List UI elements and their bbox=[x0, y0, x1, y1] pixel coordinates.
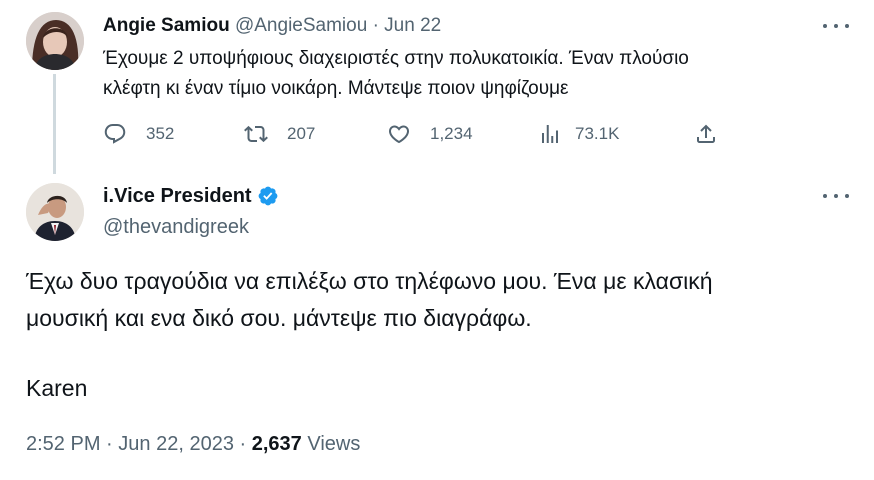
tweet-date[interactable]: Jun 22 bbox=[384, 15, 441, 36]
retweet-button[interactable]: 207 bbox=[244, 119, 315, 149]
more-options-icon[interactable] bbox=[823, 192, 849, 200]
profile-photo-icon bbox=[26, 183, 84, 241]
separator: · bbox=[106, 433, 113, 455]
thread-line bbox=[53, 74, 56, 174]
reply-icon bbox=[104, 124, 126, 144]
reply-to-header: Angie Samiou @AngieSamiou · Jun 22 bbox=[103, 14, 441, 38]
author-handle[interactable]: @AngieSamiou bbox=[235, 15, 367, 36]
separator: · bbox=[372, 15, 379, 36]
more-options-icon[interactable] bbox=[823, 22, 849, 30]
like-count: 1,234 bbox=[430, 124, 473, 143]
share-icon bbox=[697, 124, 715, 143]
views-button[interactable]: 73.1K bbox=[538, 119, 619, 149]
reply-count: 352 bbox=[146, 124, 175, 143]
like-icon bbox=[388, 125, 410, 144]
reply-button[interactable]: 352 bbox=[103, 119, 174, 149]
retweet-count: 207 bbox=[287, 124, 316, 143]
text-line: Έχω δυο τραγούδια να επιλέξω στο τηλέφων… bbox=[26, 268, 713, 294]
text-line: Έχουμε 2 υποψήφιους διαχειριστές στην πο… bbox=[103, 48, 689, 69]
tweet-date[interactable]: Jun 22, 2023 bbox=[118, 433, 234, 455]
like-button[interactable]: 1,234 bbox=[387, 119, 473, 149]
author-name[interactable]: i.Vice President bbox=[103, 183, 252, 209]
tweet-text: Έχω δυο τραγούδια να επιλέξω στο τηλέφων… bbox=[26, 263, 846, 407]
text-line: μουσική και ενα δικό σου. μάντεψε πιο δι… bbox=[26, 305, 532, 331]
avatar[interactable] bbox=[26, 12, 84, 70]
retweet-icon bbox=[244, 125, 268, 143]
avatar[interactable] bbox=[26, 183, 84, 241]
verified-badge-icon[interactable] bbox=[257, 185, 279, 207]
views-count: 2,637 bbox=[251, 433, 302, 455]
author-handle[interactable]: @thevandigreek bbox=[103, 214, 249, 240]
reply-to-text: Έχουμε 2 υποψήφιους διαχειριστές στην πο… bbox=[103, 44, 803, 104]
share-button[interactable] bbox=[694, 119, 718, 149]
tweet-footer: 2:52 PM · Jun 22, 2023 · 2,637 Views bbox=[26, 430, 360, 458]
views-icon bbox=[542, 125, 558, 143]
views-count: 73.1K bbox=[575, 124, 620, 143]
profile-photo-icon bbox=[26, 12, 84, 70]
text-line: κλέφτη κι έναν τίμιο νοικάρη. Μάντεψε πο… bbox=[103, 78, 569, 99]
signature: Karen bbox=[26, 375, 88, 401]
author-name[interactable]: Angie Samiou bbox=[103, 15, 230, 36]
tweet-time[interactable]: 2:52 PM bbox=[26, 433, 100, 455]
separator: · bbox=[239, 433, 247, 455]
views-label: Views bbox=[307, 433, 361, 455]
tweet-author: i.Vice President bbox=[103, 183, 279, 209]
